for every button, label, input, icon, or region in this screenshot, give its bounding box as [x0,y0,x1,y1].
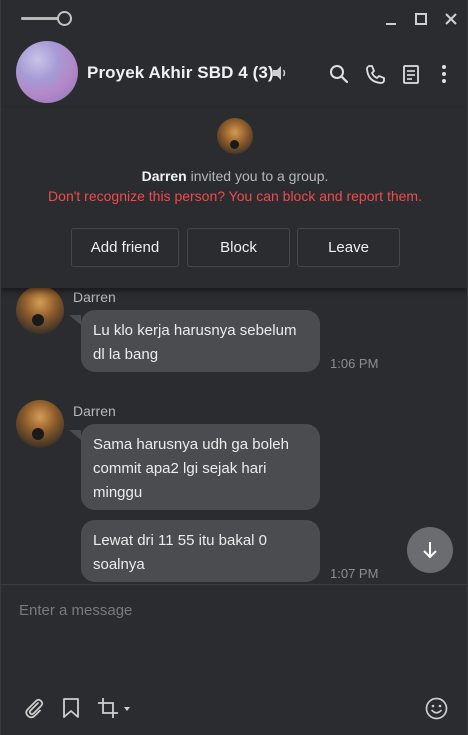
message-bubble[interactable]: Sama harusnya udh ga boleh commit apa2 l… [81,424,320,510]
message-list[interactable]: Darren Lu klo kerja harusnya sebelum dl … [1,288,467,584]
more-vertical-icon[interactable] [433,63,455,85]
scroll-to-bottom-button[interactable] [407,527,453,573]
bookmark-icon[interactable] [61,697,81,724]
group-invite-panel: Darren invited you to a group. Don't rec… [1,108,467,288]
block-button[interactable]: Block [187,228,290,267]
inviter-name[interactable]: Darren [142,168,187,184]
close-icon[interactable] [441,9,461,29]
leave-button[interactable]: Leave [297,228,400,267]
message-composer: Enter a message [1,584,467,735]
sender-avatar[interactable] [16,400,64,448]
phone-icon[interactable] [364,63,386,85]
sender-avatar[interactable] [16,288,64,334]
crop-icon[interactable] [97,697,133,724]
invite-message: Darren invited you to a group. [1,168,467,184]
minimize-icon[interactable] [381,9,401,29]
invite-text: invited you to a group. [186,168,329,184]
message-input[interactable]: Enter a message [19,602,132,619]
sender-name: Darren [73,403,116,419]
add-friend-button[interactable]: Add friend [71,228,179,267]
block-report-warning: Don't recognize this person? You can blo… [48,188,422,204]
group-avatar[interactable] [16,41,78,103]
notes-icon[interactable] [400,63,422,85]
message-time: 1:07 PM [330,566,379,581]
chat-window: Proyek Akhir SBD 4 (3) Darren invited yo… [0,0,468,735]
inviter-avatar[interactable] [217,118,253,154]
search-icon[interactable] [328,63,350,85]
bubble-tail [69,430,81,440]
message-bubble[interactable]: Lu klo kerja harusnya sebelum dl la bang [81,310,320,372]
maximize-icon[interactable] [411,9,431,29]
paperclip-icon[interactable] [23,697,45,724]
emoji-icon[interactable] [425,697,448,725]
opacity-slider-handle[interactable] [57,11,72,26]
chat-header: Proyek Akhir SBD 4 (3) [1,36,467,108]
title-bar [1,0,467,36]
speaker-icon[interactable] [271,64,289,87]
group-title[interactable]: Proyek Akhir SBD 4 (3) [87,63,274,83]
arrow-down-icon [423,542,437,559]
sender-name: Darren [73,289,116,305]
message-bubble[interactable]: Lewat dri 11 55 itu bakal 0 soalnya [81,520,320,582]
bubble-tail [69,315,81,325]
message-time: 1:06 PM [330,356,379,371]
